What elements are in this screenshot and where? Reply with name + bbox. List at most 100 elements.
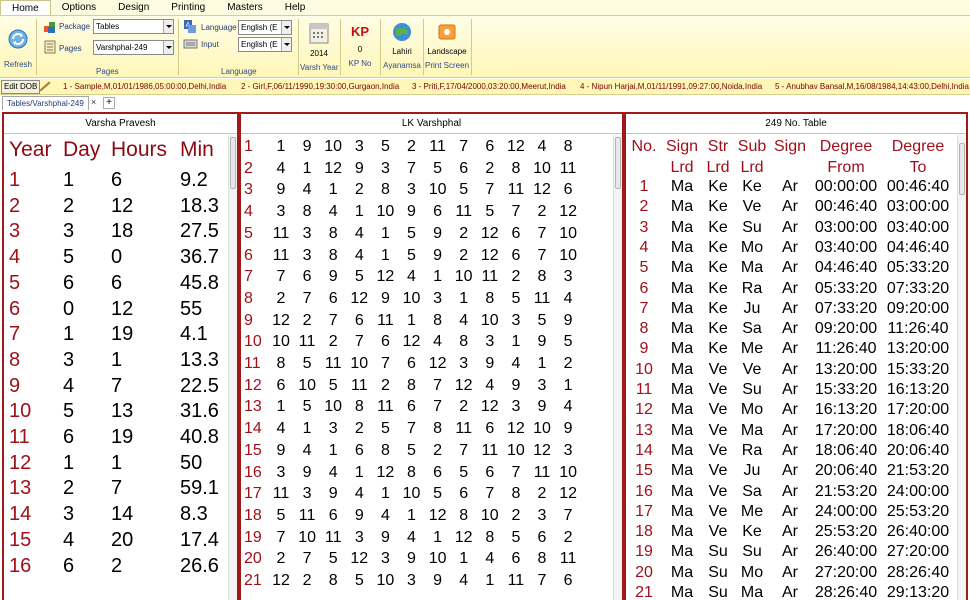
scrollbar-thumb[interactable] <box>959 143 965 195</box>
menu-tab-design[interactable]: Design <box>107 0 160 15</box>
lk-cell: 2 <box>302 311 312 329</box>
t249-cell: Mo <box>740 401 764 419</box>
t249-cell: Ve <box>708 421 728 439</box>
add-tab-button[interactable]: + <box>103 97 115 109</box>
menu-tab-home[interactable]: Home <box>0 0 51 15</box>
t249-cell: 04:46:40 <box>886 238 950 256</box>
tab-varshphal-249[interactable]: Tables/Varshphal-249 <box>2 96 89 110</box>
lk-cell: 9 <box>433 572 443 589</box>
scrollbar-thumb[interactable] <box>230 137 236 189</box>
varsh-year-button[interactable]: 2014 Varsh Year <box>300 21 339 72</box>
t249-cell: Ar <box>782 523 798 541</box>
t249-cell: Me <box>740 502 764 520</box>
input-select-value: English (E <box>241 40 278 49</box>
lk-cell: 11 <box>377 398 394 416</box>
lk-cell: 7 <box>276 268 286 286</box>
lk-cell: 9 <box>302 138 312 155</box>
lk-cell: 1 <box>459 289 469 307</box>
pages-select[interactable]: Varshphal-249 <box>93 40 174 55</box>
menu-tab-printing[interactable]: Printing <box>160 0 216 15</box>
refresh-button[interactable]: Refresh <box>3 28 33 69</box>
t249-cell: Ma <box>670 502 694 520</box>
pencil-icon[interactable] <box>38 81 52 93</box>
menu-tab-help[interactable]: Help <box>274 0 317 15</box>
input-select[interactable]: English (E <box>238 37 292 52</box>
dob-record-4[interactable]: 4 - Nipun Harjai,M,01/11/1991,09:27:00,N… <box>580 82 762 91</box>
ribbon-separator <box>340 19 341 75</box>
ayanamsa-button[interactable]: Lahiri Ayanamsa <box>382 21 422 70</box>
lk-row-number: 9 <box>244 311 253 329</box>
lk-cell: 7 <box>511 203 521 221</box>
lk-cell: 4 <box>380 506 390 524</box>
vp-value-cell: 6 <box>111 169 123 191</box>
lk-cell: 12 <box>428 355 447 372</box>
package-select[interactable]: Tables <box>93 19 174 34</box>
t249-cell: Ma <box>670 320 694 338</box>
t249-cell: Ma <box>670 238 694 256</box>
dob-record-3[interactable]: 3 - Priti,F,17/04/2000,03:20:00,Meerut,I… <box>412 82 566 91</box>
lk-cell: 10 <box>559 224 577 242</box>
lk-cell: 4 <box>354 246 364 264</box>
t249-cell: Ma <box>670 441 694 459</box>
dob-record-2[interactable]: 2 - Girl,F,06/11/1990,19:30:00,Gurgaon,I… <box>241 82 399 91</box>
lk-cell: 12 <box>272 311 290 329</box>
lk-cell: 12 <box>480 398 499 416</box>
pages-label: Pages <box>59 44 82 53</box>
edit-dob-button[interactable]: Edit DOB <box>1 80 41 94</box>
t249-cell: Ve <box>708 482 728 500</box>
scrollbar[interactable] <box>228 135 237 600</box>
kp-no-button[interactable]: KP 0 KP No <box>343 21 377 68</box>
t249-cell: Ke <box>708 279 728 297</box>
lk-row-number: 17 <box>244 485 262 503</box>
ayanamsa-value: Lahiri <box>392 47 412 56</box>
t249-cell: Ke <box>742 178 762 195</box>
lk-cell: 3 <box>563 268 573 286</box>
lk-cell: 6 <box>485 138 495 155</box>
t249-row-number: 8 <box>639 320 649 338</box>
lk-cell: 9 <box>537 333 547 351</box>
lk-cell: 8 <box>328 224 338 242</box>
lk-cell: 4 <box>563 398 573 416</box>
dob-record-5[interactable]: 5 - Anubhav Bansal,M,16/08/1984,14:43:00… <box>775 82 969 91</box>
t249-cell: Mo <box>740 563 764 581</box>
lk-cell: 3 <box>537 506 547 524</box>
lk-cell: 9 <box>511 376 521 394</box>
lk-cell: 3 <box>433 289 443 307</box>
lk-cell: 7 <box>380 355 390 372</box>
menu-tab-options[interactable]: Options <box>51 0 107 15</box>
scrollbar[interactable] <box>613 135 622 600</box>
lk-cell: 11 <box>455 203 472 221</box>
t249-cell: Su <box>742 218 762 236</box>
vp-year-cell: 14 <box>9 503 32 526</box>
t249-cell: Ma <box>670 381 694 398</box>
lk-cell: 2 <box>563 528 573 546</box>
lk-cell: 12 <box>506 138 525 155</box>
scrollbar-thumb[interactable] <box>615 137 621 189</box>
lk-cell: 1 <box>354 203 364 221</box>
language-select[interactable]: English (E <box>238 20 292 35</box>
lk-cell: 5 <box>328 550 338 568</box>
t249-header-sign-lord-line1: Sign <box>665 138 699 155</box>
lk-cell: 2 <box>459 246 469 264</box>
menu-tab-masters[interactable]: Masters <box>216 0 274 15</box>
t249-cell: Ma <box>740 584 764 600</box>
lk-cell: 2 <box>354 181 364 199</box>
pages-select-value: Varshphal-249 <box>96 43 148 52</box>
lk-row-number: 6 <box>244 246 253 264</box>
lk-cell: 10 <box>298 376 316 394</box>
scrollbar[interactable] <box>957 135 966 600</box>
vp-value-cell: 19 <box>111 426 134 448</box>
close-icon[interactable]: × <box>91 97 96 107</box>
lk-cell: 7 <box>485 181 495 199</box>
lk-cell: 4 <box>276 159 286 177</box>
dob-record-1[interactable]: 1 - Sample,M,01/01/1986,05:00:00,Delhi,I… <box>63 82 226 91</box>
t249-row-number: 10 <box>635 360 653 378</box>
vp-value-cell: 20 <box>111 528 134 551</box>
lk-cell: 10 <box>350 355 369 372</box>
lk-cell: 1 <box>537 355 547 372</box>
t249-cell: Ar <box>782 482 798 500</box>
t249-cell: Ke <box>708 218 728 236</box>
print-screen-button[interactable]: Landscape Print Screen <box>425 21 469 70</box>
vp-year-cell: 12 <box>9 451 32 474</box>
t249-cell: Ar <box>782 543 798 561</box>
